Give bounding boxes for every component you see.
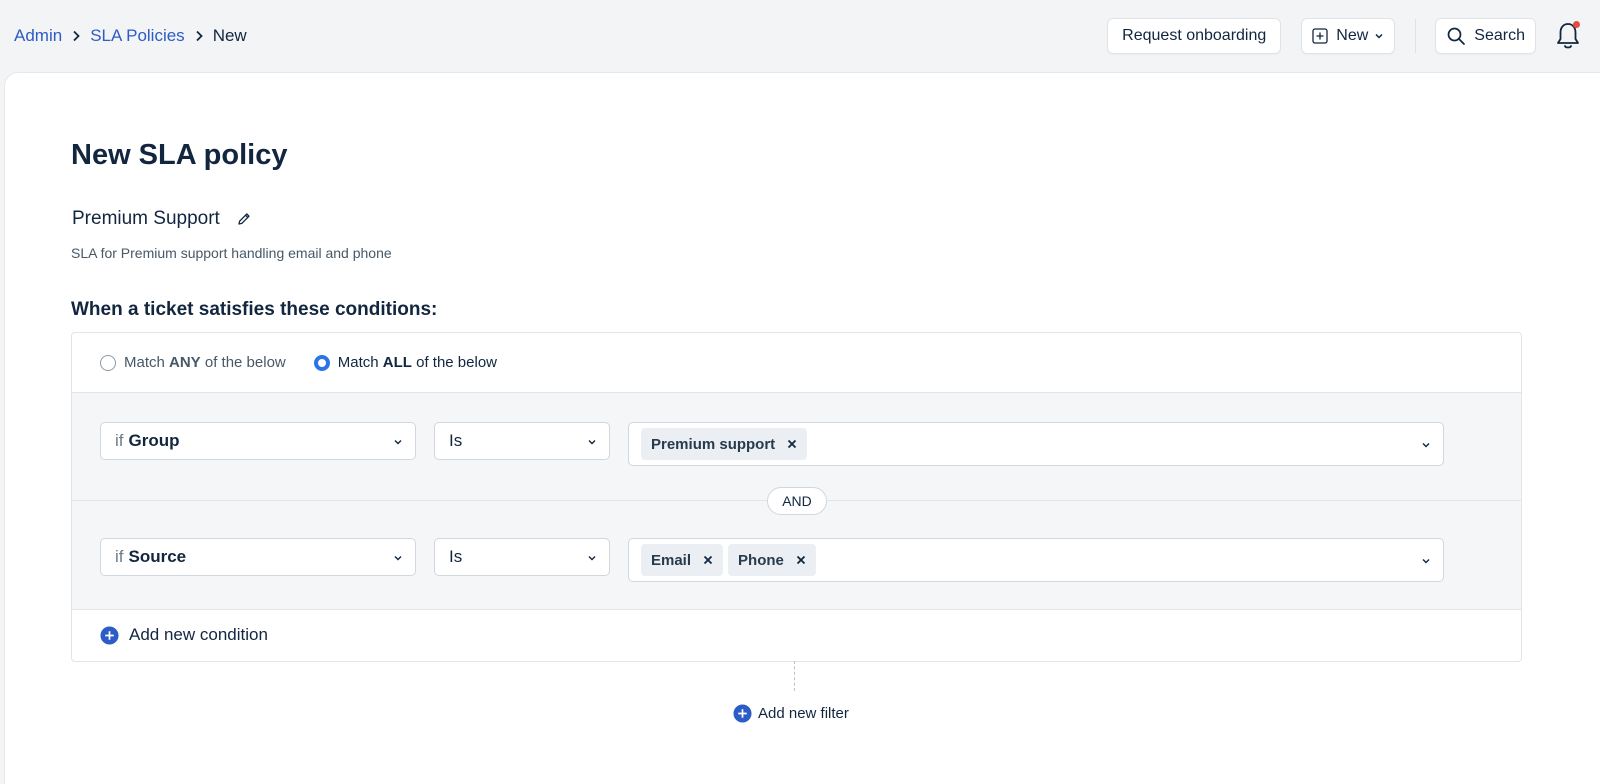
request-onboarding-button[interactable]: Request onboarding	[1107, 18, 1282, 54]
match-all-suffix: of the below	[411, 354, 497, 371]
page-title: New SLA policy	[71, 139, 288, 171]
condition-operator-select[interactable]: Is	[434, 538, 610, 576]
policy-name-row: Premium Support	[72, 208, 252, 230]
match-all-option[interactable]: Match ALL of the below	[313, 354, 497, 371]
chevron-down-icon	[1422, 443, 1430, 448]
condition-row: if Group Is Premium support	[72, 393, 1521, 501]
value-tag-label: Phone	[738, 551, 784, 569]
match-any-label: Match ANY of the below	[124, 354, 286, 371]
request-onboarding-label: Request onboarding	[1122, 27, 1267, 44]
chevron-down-icon	[588, 440, 596, 445]
close-icon[interactable]	[796, 555, 806, 565]
plus-circle-icon	[100, 625, 119, 645]
main-panel: New SLA policy Premium Support SLA for P…	[4, 72, 1600, 784]
add-filter-button[interactable]: Add new filter	[733, 704, 849, 723]
value-tag-label: Premium support	[651, 435, 776, 453]
new-button-label: New	[1336, 27, 1369, 44]
conditions-heading: When a ticket satisfies these conditions…	[71, 299, 438, 320]
close-icon[interactable]	[703, 555, 713, 565]
breadcrumb-admin[interactable]: Admin	[14, 26, 62, 46]
search-icon	[1447, 27, 1466, 45]
match-any-suffix: of the below	[200, 354, 286, 371]
breadcrumb-current: New	[212, 26, 247, 45]
match-any-radio[interactable]	[100, 354, 116, 371]
policy-description: SLA for Premium support handling email a…	[71, 245, 392, 261]
condition-prefix: if	[115, 547, 124, 566]
and-joiner-badge[interactable]: AND	[767, 487, 827, 515]
chevron-right-icon	[185, 30, 213, 42]
match-all-label: Match ALL of the below	[338, 354, 497, 371]
plus-square-icon	[1312, 28, 1328, 44]
chevron-right-icon	[62, 30, 90, 42]
close-icon[interactable]	[787, 439, 797, 449]
toolbar-divider	[1415, 19, 1417, 53]
new-button[interactable]: New	[1301, 18, 1396, 54]
condition-row: if Source Is Email Phone	[72, 501, 1521, 610]
connector-line	[794, 661, 795, 691]
chevron-down-icon	[394, 556, 402, 561]
add-condition-label: Add new condition	[129, 625, 268, 644]
notifications-button[interactable]	[1550, 18, 1586, 54]
policy-name: Premium Support	[72, 208, 220, 229]
condition-field-select[interactable]: if Source	[100, 538, 416, 576]
condition-prefix: if	[115, 431, 124, 450]
condition-operator-value: Is	[449, 431, 463, 450]
chevron-down-icon	[394, 440, 402, 445]
condition-field-value: Group	[128, 431, 180, 450]
search-label: Search	[1474, 27, 1525, 44]
chevron-down-icon	[1375, 33, 1383, 39]
match-any-bold: ANY	[169, 354, 201, 371]
pencil-icon[interactable]	[236, 211, 252, 227]
match-all-bold: ALL	[382, 354, 412, 371]
value-tag-label: Email	[651, 551, 692, 569]
top-bar: Admin SLA Policies New Request onboardin…	[0, 0, 1600, 72]
add-filter-label: Add new filter	[758, 705, 849, 722]
value-tag: Email	[641, 544, 724, 576]
condition-operator-value: Is	[449, 547, 463, 566]
condition-field-select[interactable]: if Group	[100, 422, 416, 460]
add-condition-button[interactable]: Add new condition	[72, 610, 1521, 660]
breadcrumb: Admin SLA Policies New	[14, 26, 247, 46]
notification-dot	[1573, 21, 1580, 28]
search-button[interactable]: Search	[1435, 18, 1536, 54]
value-tag: Premium support	[641, 428, 808, 460]
value-tag: Phone	[728, 544, 816, 576]
condition-field-value: Source	[128, 547, 187, 566]
chevron-down-icon	[588, 556, 596, 561]
match-any-option[interactable]: Match ANY of the below	[100, 354, 286, 371]
breadcrumb-sla-policies[interactable]: SLA Policies	[90, 26, 185, 46]
conditions-box: Match ANY of the below Match ALL of the …	[71, 332, 1522, 662]
condition-operator-select[interactable]: Is	[434, 422, 610, 460]
plus-circle-icon	[733, 704, 752, 723]
match-all-radio[interactable]	[313, 354, 330, 371]
top-actions: Request onboarding New Search	[1107, 18, 1586, 54]
match-any-prefix: Match	[124, 354, 170, 371]
match-all-prefix: Match	[337, 354, 383, 371]
chevron-down-icon	[1422, 559, 1430, 564]
condition-values-select[interactable]: Premium support	[628, 422, 1444, 466]
condition-values-select[interactable]: Email Phone	[628, 538, 1444, 582]
match-mode-row: Match ANY of the below Match ALL of the …	[72, 333, 1521, 393]
